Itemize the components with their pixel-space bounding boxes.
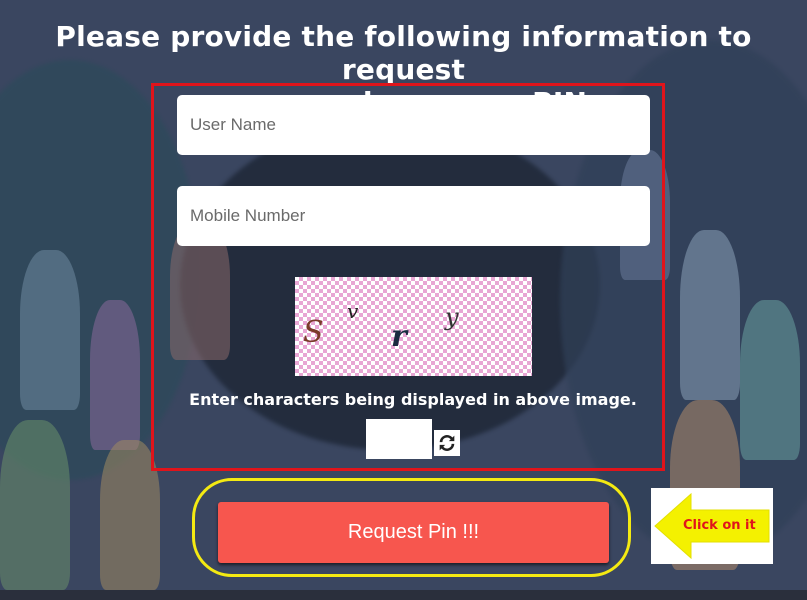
click-hint-text: Click on it [683,518,756,533]
bottom-strip [0,590,807,600]
captcha-image: S v r y [295,277,532,376]
captcha-input[interactable] [366,419,432,459]
captcha-char: y [445,303,459,331]
page-title-line-1: Please provide the following information… [55,20,752,86]
mobile-number-input[interactable] [177,186,650,246]
username-input[interactable] [177,95,650,155]
refresh-captcha-button[interactable] [434,430,460,456]
refresh-icon [439,435,455,451]
captcha-char: r [391,319,407,354]
captcha-hint: Enter characters being displayed in abov… [189,390,637,409]
captcha-char: v [347,299,359,323]
captcha-char: S [303,315,324,350]
request-pin-button[interactable]: Request Pin !!! [218,502,609,563]
